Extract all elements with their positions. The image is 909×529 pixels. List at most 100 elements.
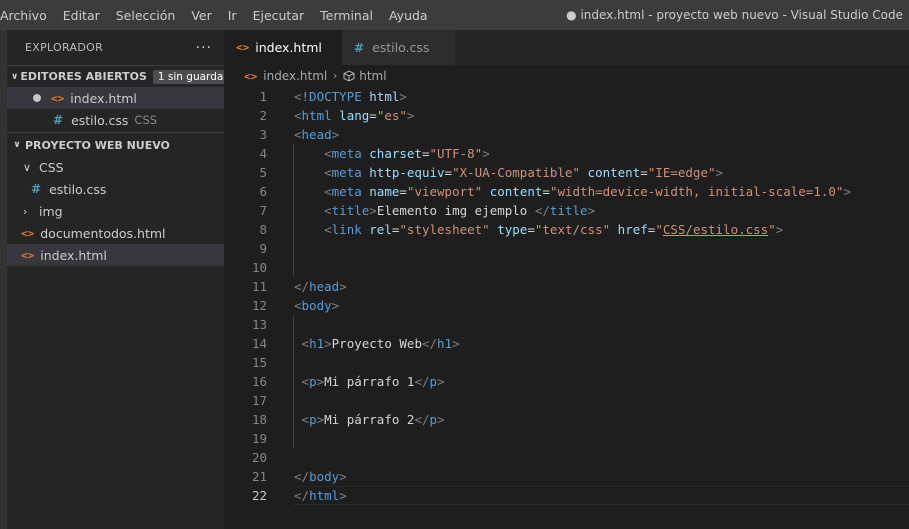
code-editor[interactable]: 1 <!DOCTYPE html> 2 <html lang="es"> 3 <hea…: [224, 87, 909, 505]
chevron-down-icon: ∨: [13, 140, 21, 150]
menu-seleccion[interactable]: Selección: [116, 8, 184, 23]
menu-archivo[interactable]: Archivo: [0, 8, 55, 23]
line-number: 10: [251, 260, 267, 275]
chevron-down-icon: ∨: [11, 71, 19, 82]
html-file-icon: <>: [21, 226, 35, 240]
line-number: 13: [251, 317, 267, 332]
code-line: 2 <html lang="es">: [224, 106, 909, 125]
line-number: 15: [251, 355, 267, 370]
open-editor-estilo-css[interactable]: # estilo.css CSS: [7, 109, 224, 131]
menu-ayuda[interactable]: Ayuda: [389, 8, 436, 23]
more-actions-icon[interactable]: ···: [196, 40, 212, 56]
chevron-right-icon: ›: [23, 204, 28, 218]
chevron-down-icon: ∨: [23, 160, 32, 174]
html-file-icon: <>: [21, 248, 35, 262]
css-file-icon: #: [53, 113, 64, 127]
html-file-icon: <>: [51, 91, 65, 105]
tab-estilo-css[interactable]: # estilo.css: [342, 30, 455, 65]
menu-ir[interactable]: Ir: [228, 8, 245, 23]
html-file-icon: <>: [236, 41, 250, 54]
tab-bar: <> index.html # estilo.css: [224, 30, 909, 65]
menu-ver[interactable]: Ver: [191, 8, 219, 23]
code-text: <meta name="viewport" content="width=dev…: [324, 184, 851, 199]
open-editor-label: index.html: [70, 90, 137, 106]
line-number: 19: [251, 431, 267, 446]
open-editor-label: estilo.css: [71, 112, 129, 128]
code-text: <title>Elemento img ejemplo </title>: [324, 203, 596, 218]
code-text: <link rel="stylesheet" type="text/css" h…: [324, 222, 784, 237]
line-number: 2: [259, 108, 267, 123]
code-line: 1 <!DOCTYPE html>: [224, 87, 909, 106]
breadcrumb-file[interactable]: index.html: [263, 69, 327, 83]
code-line: 5 <meta http-equiv="X-UA-Compatible" con…: [224, 163, 909, 182]
line-number: 17: [251, 393, 267, 408]
css-file-icon: #: [354, 40, 365, 55]
line-number: 1: [259, 89, 267, 104]
code-text: </html>: [294, 488, 347, 503]
code-text: <p>Mi párrafo 1</p>: [301, 374, 445, 389]
code-text: <meta http-equiv="X-UA-Compatible" conte…: [324, 165, 724, 180]
code-text: <meta charset="UTF-8">: [324, 146, 490, 161]
open-editors-header[interactable]: ∨ EDITORES ABIERTOS 1 sin guardar: [7, 65, 233, 87]
css-file-icon: #: [31, 182, 42, 196]
menu-terminal[interactable]: Terminal: [320, 8, 381, 23]
code-text: </head>: [294, 279, 347, 294]
tab-label: estilo.css: [372, 40, 430, 55]
line-number: 20: [251, 450, 267, 465]
code-line: 9: [224, 239, 909, 258]
menu-bar: Archivo Editar Selección Ver Ir Ejecutar…: [0, 0, 444, 30]
tab-label: index.html: [255, 40, 322, 55]
line-number: 11: [251, 279, 267, 294]
line-number: 6: [259, 184, 267, 199]
tree-folder-img[interactable]: › img: [7, 200, 224, 222]
open-editor-index-html[interactable]: <> index.html: [7, 87, 224, 109]
code-line: 4 <meta charset="UTF-8">: [224, 144, 909, 163]
code-line: 11 </head>: [224, 277, 909, 296]
breadcrumb-symbol[interactable]: html: [359, 69, 386, 83]
line-number: 16: [251, 374, 267, 389]
line-number: 18: [251, 412, 267, 427]
tree-file-estilo-css[interactable]: # estilo.css: [7, 178, 224, 200]
symbol-cube-icon: [343, 70, 355, 82]
code-line: 10: [224, 258, 909, 277]
unsaved-badge: 1 sin guardar: [152, 69, 233, 84]
line-number: 3: [259, 127, 267, 142]
menu-editar[interactable]: Editar: [63, 8, 108, 23]
code-text: </body>: [294, 469, 347, 484]
project-label: PROYECTO WEB NUEVO: [25, 138, 170, 152]
tree-file-index-html[interactable]: <> index.html: [7, 244, 224, 266]
line-number: 4: [259, 146, 267, 161]
code-line: 6 <meta name="viewport" content="width=d…: [224, 182, 909, 201]
explorer-sidebar: EXPLORADOR ··· ∨ EDITORES ABIERTOS 1 sin…: [7, 30, 233, 529]
chevron-right-icon: ›: [333, 70, 338, 82]
line-number: 5: [259, 165, 267, 180]
tree-file-documentodos-html[interactable]: <> documentodos.html: [7, 222, 224, 244]
code-line: 21 </body>: [224, 467, 909, 486]
code-line: 7 <title>Elemento img ejemplo </title>: [224, 201, 909, 220]
explorer-title: EXPLORADOR: [25, 41, 104, 54]
section-divider: [7, 132, 224, 133]
tree-item-label: index.html: [40, 247, 107, 263]
code-line: 16 <p>Mi párrafo 1</p>: [224, 372, 909, 391]
code-line: 15: [224, 353, 909, 372]
code-line: 8 <link rel="stylesheet" type="text/css"…: [224, 220, 909, 239]
line-number: 14: [251, 336, 267, 351]
unsaved-dot-icon[interactable]: [33, 94, 41, 102]
breadcrumb: <> index.html › html: [224, 65, 909, 87]
explorer-header: EXPLORADOR ···: [7, 30, 224, 65]
tree-folder-css[interactable]: ∨ CSS: [7, 156, 224, 178]
code-line: 13: [224, 315, 909, 334]
code-line: 12 <body>: [224, 296, 909, 315]
editor-area: <> index.html # estilo.css <> index.html…: [224, 30, 909, 529]
tab-index-html[interactable]: <> index.html: [224, 30, 342, 65]
tree-item-label: estilo.css: [49, 181, 107, 197]
code-line: 20: [224, 448, 909, 467]
menu-ejecutar[interactable]: Ejecutar: [253, 8, 313, 23]
project-header[interactable]: ∨ PROYECTO WEB NUEVO: [7, 134, 224, 156]
